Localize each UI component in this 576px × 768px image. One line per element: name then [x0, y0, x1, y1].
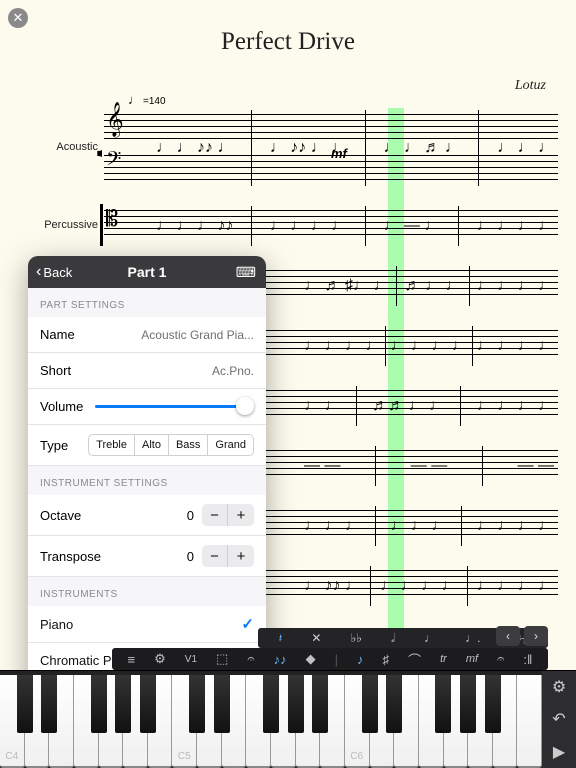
tool-eighth[interactable]: ♪: [357, 652, 364, 667]
composer-label: Lotuz: [515, 78, 546, 94]
tool-sharp[interactable]: ♯: [383, 652, 390, 667]
notes: ♩ ♬ ♯♩ ♩♬ ♩ ♩♩ ♩ ♩ ♩: [304, 266, 554, 306]
white-key[interactable]: [517, 675, 542, 768]
kb-settings-icon[interactable]: ⚙: [552, 677, 566, 697]
black-key[interactable]: [17, 675, 33, 733]
seg-alto[interactable]: Alto: [135, 435, 169, 455]
tool-tie[interactable]: 𝄐: [247, 651, 254, 667]
black-key[interactable]: [485, 675, 501, 733]
kb-play-icon[interactable]: ▶: [553, 742, 565, 762]
check-icon: ✓: [241, 615, 254, 633]
black-key[interactable]: [140, 675, 156, 733]
type-segmented[interactable]: Treble Alto Bass Grand: [88, 434, 254, 456]
instrument-piano[interactable]: Piano✓: [28, 606, 266, 643]
seg-grand[interactable]: Grand: [208, 435, 253, 455]
tool-half[interactable]: 𝅗𝅥: [391, 631, 395, 646]
tool-list-icon[interactable]: ≡: [128, 652, 136, 667]
tool-chord[interactable]: ♪♪: [274, 652, 287, 667]
close-button[interactable]: ✕: [8, 8, 28, 28]
close-icon: ✕: [13, 10, 24, 26]
black-key[interactable]: [362, 675, 378, 733]
notes: ♩ ♩ ♪♪ ♩♩ ♪♪ ♩ ♩♩ ♩ ♬ ♩♩ ♩ ♩: [156, 110, 554, 186]
black-key[interactable]: [288, 675, 304, 733]
section-label-part: PART SETTINGS: [28, 288, 266, 317]
page-title: Perfect Drive: [0, 28, 576, 56]
tool-erase-icon[interactable]: ◆: [306, 651, 316, 667]
black-key[interactable]: [386, 675, 402, 733]
notes: ♩ ♩ ♩ ♩♩ ♩ ♩ ♩♩ ♩ ♩ ♩: [304, 326, 554, 366]
note-toolbar-bottom: ≡ ⚙ V1 ⬚ 𝄐 ♪♪ ◆ | ♪ ♯ ⌒ tr mf 𝄐 :‖ ‹ ›: [112, 648, 548, 670]
tool-quarter[interactable]: ♩: [424, 631, 436, 645]
notes: ♩ ♩ ♩ ♪♪♩ ♩ ♩ ♩♩ — ♩♩ ♩ ♩ ♩: [156, 206, 554, 246]
tool-rest[interactable]: 𝄽: [279, 631, 283, 646]
staff-label: Acoustic: [20, 141, 104, 153]
key-label: C4: [0, 751, 24, 762]
tool-voice[interactable]: V1: [185, 654, 197, 665]
dynamic-mf: mf: [331, 146, 347, 161]
transpose-minus[interactable]: −: [202, 545, 228, 567]
black-key[interactable]: [189, 675, 205, 733]
notes: ♩ ♪♪ ♩♩ ♩ ♩ ♩♩ ♩ ♩ ♩: [304, 566, 554, 606]
type-row: Type Treble Alto Bass Grand: [28, 425, 266, 466]
section-label-instrument: INSTRUMENT SETTINGS: [28, 466, 266, 495]
black-key[interactable]: [460, 675, 476, 733]
alto-clef-icon: 𝄡: [106, 208, 118, 230]
seg-treble[interactable]: Treble: [89, 435, 135, 455]
tool-dotted[interactable]: ♩.: [465, 631, 480, 645]
kb-side-controls: ⚙ ↶ ▶: [542, 671, 576, 768]
volume-slider[interactable]: [95, 405, 254, 408]
treble-clef-icon: 𝄞: [106, 105, 124, 135]
kb-undo-icon[interactable]: ↶: [552, 709, 565, 729]
octave-plus[interactable]: +: [228, 504, 254, 526]
octave-minus[interactable]: −: [202, 504, 228, 526]
kb-prev[interactable]: ‹: [496, 626, 520, 646]
black-key[interactable]: [312, 675, 328, 733]
key-label: C5: [172, 751, 196, 762]
tool-select-icon[interactable]: ⬚: [216, 651, 228, 667]
tool-fermata[interactable]: 𝄐: [497, 651, 504, 667]
tool-trill[interactable]: tr: [440, 653, 447, 665]
octave-row: Octave 0−+: [28, 495, 266, 536]
short-row[interactable]: ShortAc.Pno.: [28, 353, 266, 389]
black-key[interactable]: [91, 675, 107, 733]
tool-settings-icon[interactable]: ⚙: [154, 651, 166, 667]
tool-cut[interactable]: ✕: [311, 631, 321, 645]
black-key[interactable]: [435, 675, 451, 733]
black-key[interactable]: [115, 675, 131, 733]
black-key[interactable]: [214, 675, 230, 733]
brace-icon: {: [96, 108, 102, 186]
tempo-marking: =140: [128, 92, 166, 107]
panel-header: ‹Back Part 1 ⌨: [28, 256, 266, 288]
tool-flat[interactable]: ♭♭: [351, 631, 362, 645]
tool-repeat-icon[interactable]: :‖: [523, 652, 532, 667]
staff-label: Percussive: [20, 219, 104, 231]
key-label: C6: [345, 751, 369, 762]
seg-bass[interactable]: Bass: [169, 435, 208, 455]
volume-row: Volume: [28, 389, 266, 425]
black-key[interactable]: [263, 675, 279, 733]
name-row[interactable]: NameAcoustic Grand Pia...: [28, 317, 266, 353]
tool-dynamic[interactable]: mf: [466, 653, 478, 665]
chevron-left-icon: ‹: [36, 263, 41, 281]
kb-next[interactable]: ›: [524, 626, 548, 646]
transpose-plus[interactable]: +: [228, 545, 254, 567]
section-label-instruments: INSTRUMENTS: [28, 577, 266, 606]
keyboard-icon[interactable]: ⌨: [236, 264, 256, 281]
notes: ♩ ♩♬♬ ♩ ♩♩ ♩ ♩ ♩: [304, 386, 554, 426]
transpose-row: Transpose 0−+: [28, 536, 266, 577]
notes: ♩ ♩ ♩♩ ♩ ♩♩ ♩ ♩ ♩: [304, 506, 554, 546]
tool-slur[interactable]: ⌒: [408, 650, 421, 669]
bass-clef-icon: 𝄢: [106, 150, 121, 174]
piano-keyboard: C4 C5 C6 ⚙ ↶ ▶: [0, 670, 576, 768]
back-button[interactable]: ‹Back: [36, 263, 72, 281]
notes: — — — — — —: [304, 446, 554, 486]
black-key[interactable]: [41, 675, 57, 733]
